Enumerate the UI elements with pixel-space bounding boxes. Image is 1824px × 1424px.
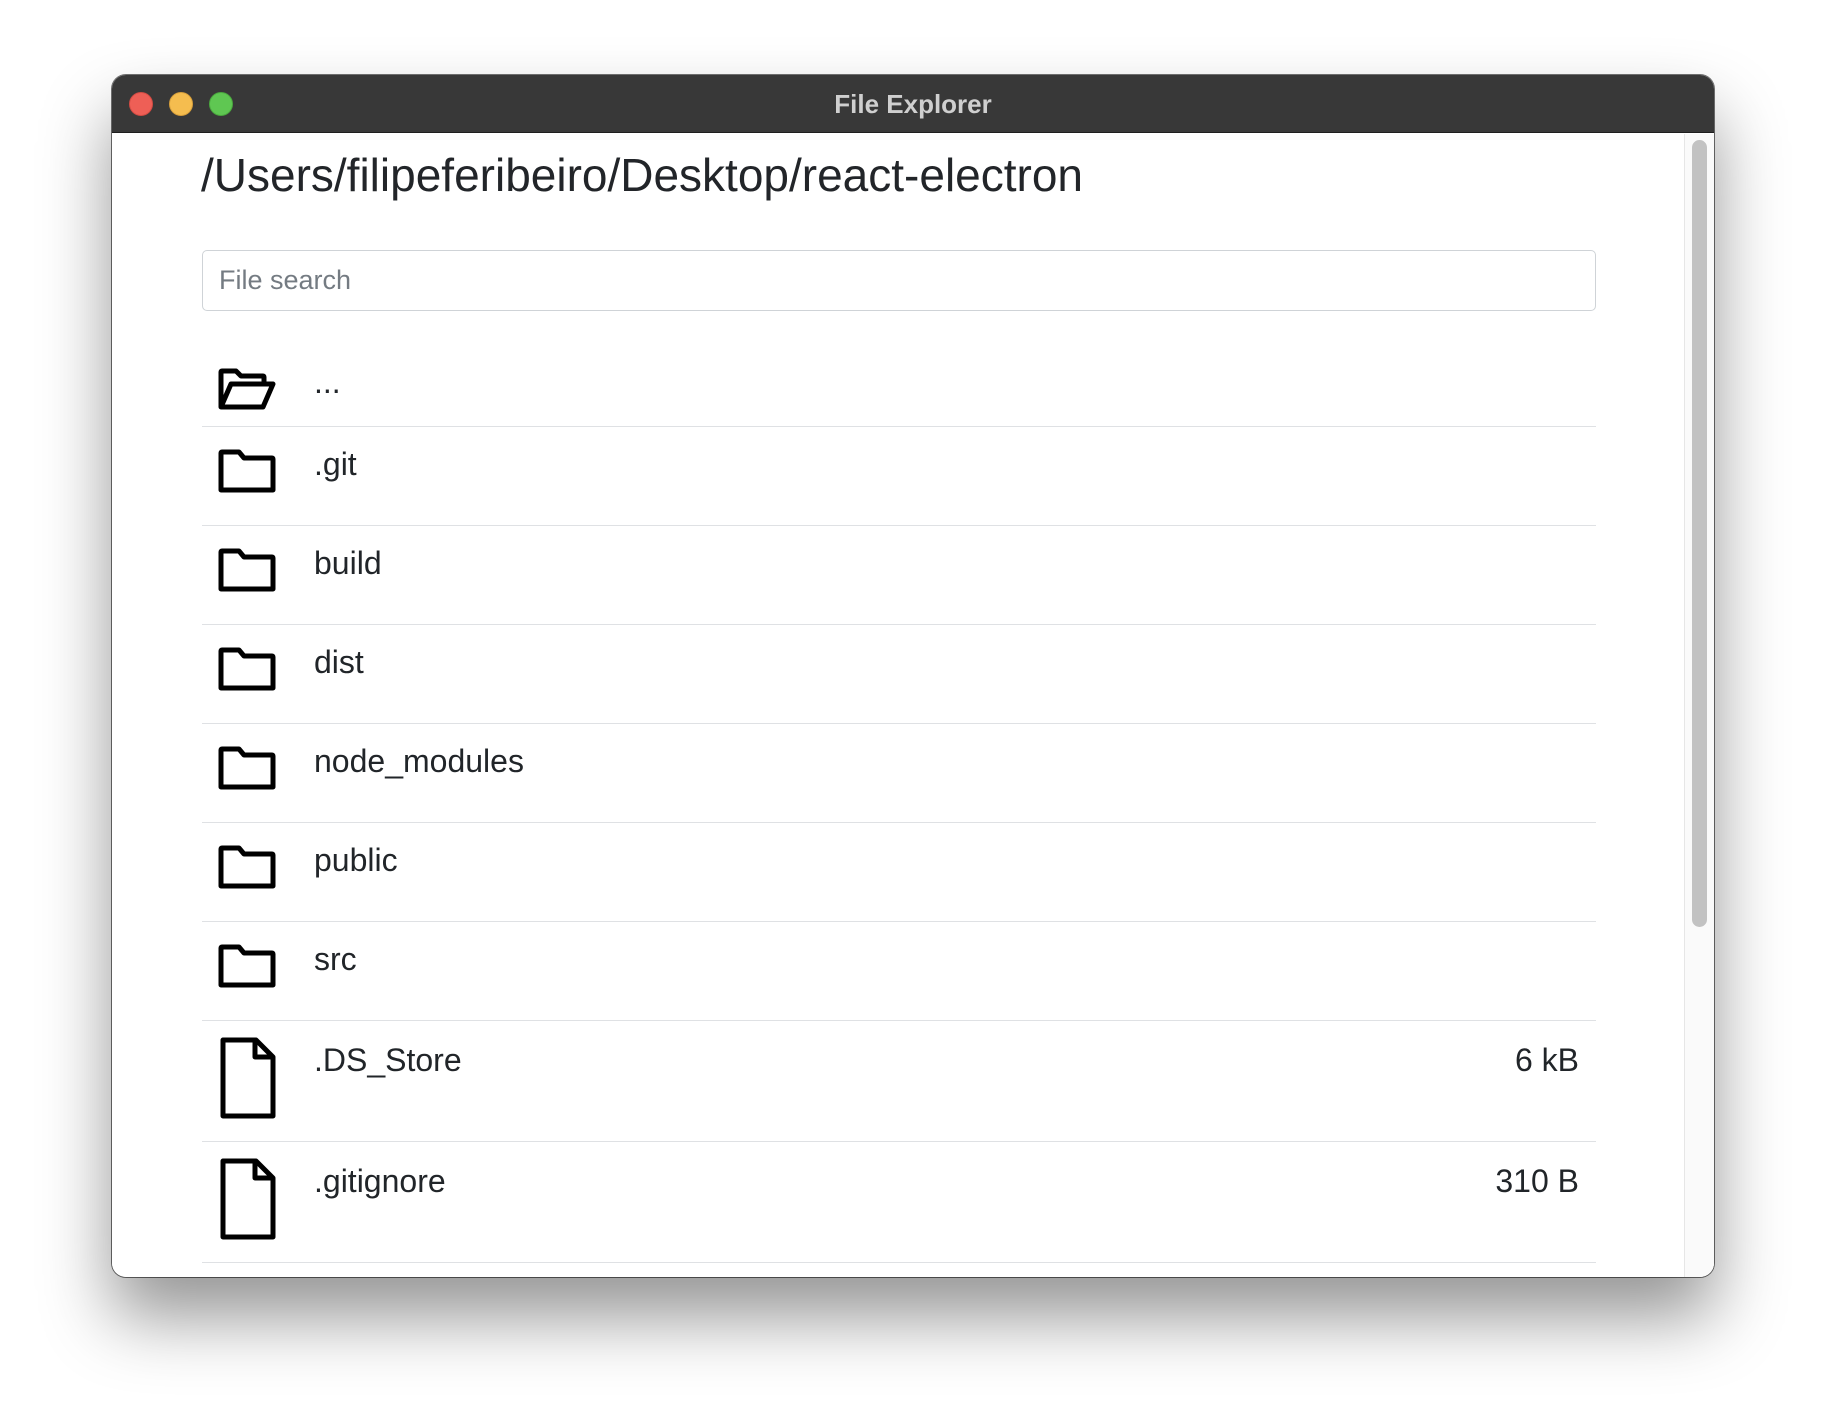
list-item-parent-directory[interactable]: ... xyxy=(202,328,1596,427)
folder-icon xyxy=(218,746,276,795)
title-bar[interactable]: File Explorer xyxy=(112,75,1714,133)
entry-name: .DS_Store xyxy=(314,1042,462,1078)
list-item-file[interactable]: .DS_Store 6 kB xyxy=(202,1021,1596,1142)
file-size: 310 B xyxy=(1495,1163,1579,1199)
file-icon xyxy=(218,1158,276,1245)
list-item-file-partial[interactable] xyxy=(202,1263,1596,1277)
entry-name: ... xyxy=(314,364,341,400)
current-path-title: /Users/filipeferibeiro/Desktop/react-ele… xyxy=(201,149,1084,201)
window-title: File Explorer xyxy=(834,89,992,119)
folder-open-icon xyxy=(218,368,276,415)
file-list: ... .git build dist node_modules public … xyxy=(202,328,1596,1277)
vertical-scrollbar[interactable] xyxy=(1684,134,1714,1277)
list-item-folder[interactable]: node_modules xyxy=(202,724,1596,823)
entry-name: node_modules xyxy=(314,743,524,779)
entry-name: .git xyxy=(314,446,357,482)
app-window: File Explorer /Users/filipeferibeiro/Des… xyxy=(112,75,1714,1277)
list-item-folder[interactable]: src xyxy=(202,922,1596,1021)
list-item-folder[interactable]: dist xyxy=(202,625,1596,724)
file-icon xyxy=(218,1037,276,1124)
folder-icon xyxy=(218,548,276,597)
folder-icon xyxy=(218,449,276,498)
scrollbar-thumb[interactable] xyxy=(1692,140,1707,927)
main-content: /Users/filipeferibeiro/Desktop/react-ele… xyxy=(112,134,1714,1277)
folder-icon xyxy=(218,845,276,894)
entry-name: src xyxy=(314,941,357,977)
list-item-file[interactable]: .gitignore 310 B xyxy=(202,1142,1596,1263)
entry-name: build xyxy=(314,545,382,581)
folder-icon xyxy=(218,944,276,993)
entry-name: dist xyxy=(314,644,364,680)
folder-icon xyxy=(218,647,276,696)
list-item-folder[interactable]: public xyxy=(202,823,1596,922)
entry-name: .gitignore xyxy=(314,1163,446,1199)
list-item-folder[interactable]: .git xyxy=(202,427,1596,526)
list-item-folder[interactable]: build xyxy=(202,526,1596,625)
entry-name: public xyxy=(314,842,398,878)
file-search-input[interactable] xyxy=(202,250,1596,311)
file-size: 6 kB xyxy=(1514,1042,1579,1078)
